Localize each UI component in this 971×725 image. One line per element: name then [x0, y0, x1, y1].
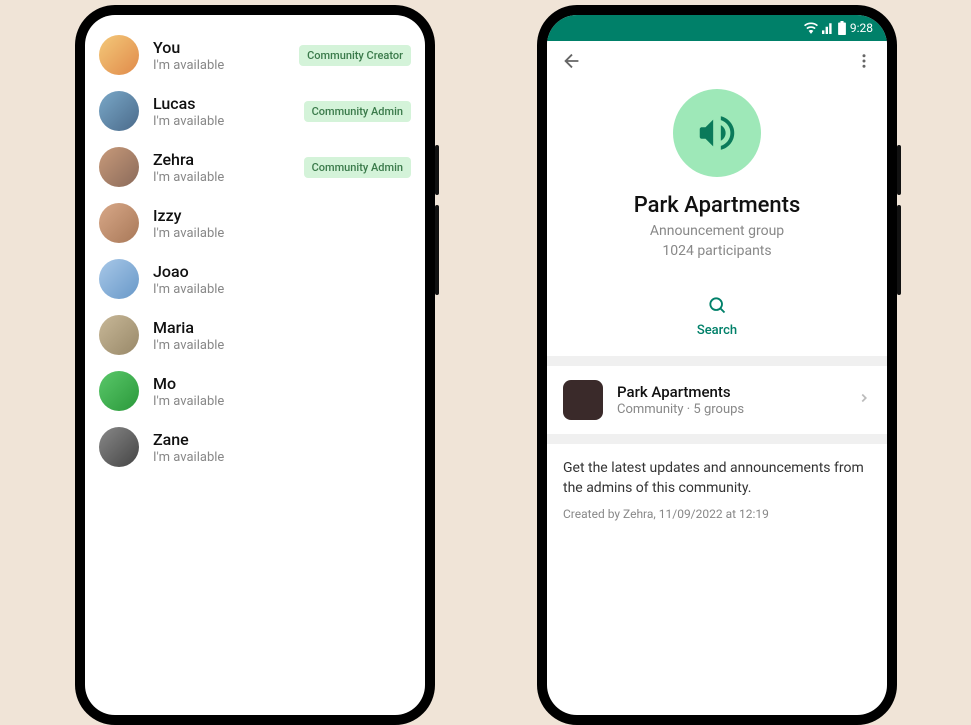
created-meta: Created by Zehra, 11/09/2022 at 12:19: [563, 507, 871, 521]
description-block: Get the latest updates and announcements…: [547, 444, 887, 535]
member-status: I'm available: [153, 226, 411, 241]
member-row[interactable]: LucasI'm availableCommunity Admin: [99, 83, 411, 139]
avatar: [99, 203, 139, 243]
member-list: YouI'm availableCommunity CreatorLucasI'…: [85, 15, 425, 475]
phone-frame-right: 9:28 Park Apartments Announcement group …: [537, 5, 897, 725]
avatar: [99, 427, 139, 467]
side-button: [435, 205, 439, 295]
member-text: JoaoI'm available: [153, 262, 411, 297]
group-title: Park Apartments: [567, 193, 867, 218]
role-badge: Community Creator: [299, 45, 411, 66]
status-bar: 9:28: [547, 15, 887, 41]
topbar: [547, 41, 887, 85]
screen-left: YouI'm availableCommunity CreatorLucasI'…: [85, 15, 425, 715]
member-row[interactable]: ZaneI'm available: [99, 419, 411, 475]
member-text: LucasI'm available: [153, 94, 304, 129]
search-button[interactable]: Search: [547, 281, 887, 356]
community-row[interactable]: Park Apartments Community · 5 groups: [547, 366, 887, 434]
member-row[interactable]: YouI'm availableCommunity Creator: [99, 27, 411, 83]
section-divider: [547, 356, 887, 366]
avatar: [99, 91, 139, 131]
side-button: [897, 205, 901, 295]
member-text: IzzyI'm available: [153, 206, 411, 241]
battery-icon: [838, 21, 846, 35]
member-row[interactable]: MoI'm available: [99, 363, 411, 419]
side-button: [897, 145, 901, 195]
megaphone-icon: [673, 89, 761, 177]
community-subtitle: Community · 5 groups: [617, 402, 857, 417]
role-badge: Community Admin: [304, 101, 411, 122]
back-arrow-icon[interactable]: [561, 50, 583, 76]
group-header: Park Apartments Announcement group 1024 …: [547, 85, 887, 281]
member-text: MariaI'm available: [153, 318, 411, 353]
signal-icon: [822, 22, 834, 34]
community-text: Park Apartments Community · 5 groups: [617, 383, 857, 417]
member-status: I'm available: [153, 170, 304, 185]
member-name: Mo: [153, 374, 411, 393]
search-icon: [707, 295, 727, 315]
avatar: [99, 371, 139, 411]
community-thumbnail: [563, 380, 603, 420]
member-name: Lucas: [153, 94, 304, 113]
member-name: Joao: [153, 262, 411, 281]
avatar: [99, 259, 139, 299]
screen-right: 9:28 Park Apartments Announcement group …: [547, 15, 887, 715]
description-text: Get the latest updates and announcements…: [563, 458, 871, 499]
member-text: ZehraI'm available: [153, 150, 304, 185]
member-status: I'm available: [153, 114, 304, 129]
member-name: Zane: [153, 430, 411, 449]
chevron-right-icon: [857, 390, 871, 410]
member-name: Izzy: [153, 206, 411, 225]
member-status: I'm available: [153, 338, 411, 353]
group-participants: 1024 participants: [567, 242, 867, 262]
member-name: Maria: [153, 318, 411, 337]
member-status: I'm available: [153, 58, 299, 73]
member-row[interactable]: ZehraI'm availableCommunity Admin: [99, 139, 411, 195]
search-label: Search: [547, 323, 887, 338]
avatar: [99, 147, 139, 187]
group-subtitle: Announcement group: [567, 222, 867, 242]
member-name: You: [153, 38, 299, 57]
member-status: I'm available: [153, 450, 411, 465]
member-name: Zehra: [153, 150, 304, 169]
more-vert-icon[interactable]: [855, 52, 873, 74]
section-divider: [547, 434, 887, 444]
member-row[interactable]: MariaI'm available: [99, 307, 411, 363]
member-status: I'm available: [153, 394, 411, 409]
member-text: YouI'm available: [153, 38, 299, 73]
member-text: MoI'm available: [153, 374, 411, 409]
role-badge: Community Admin: [304, 157, 411, 178]
community-name: Park Apartments: [617, 383, 857, 401]
phone-frame-left: YouI'm availableCommunity CreatorLucasI'…: [75, 5, 435, 725]
status-time: 9:28: [850, 21, 873, 35]
avatar: [99, 35, 139, 75]
member-row[interactable]: JoaoI'm available: [99, 251, 411, 307]
wifi-icon: [804, 22, 818, 34]
member-text: ZaneI'm available: [153, 430, 411, 465]
side-button: [435, 145, 439, 195]
member-status: I'm available: [153, 282, 411, 297]
avatar: [99, 315, 139, 355]
member-row[interactable]: IzzyI'm available: [99, 195, 411, 251]
